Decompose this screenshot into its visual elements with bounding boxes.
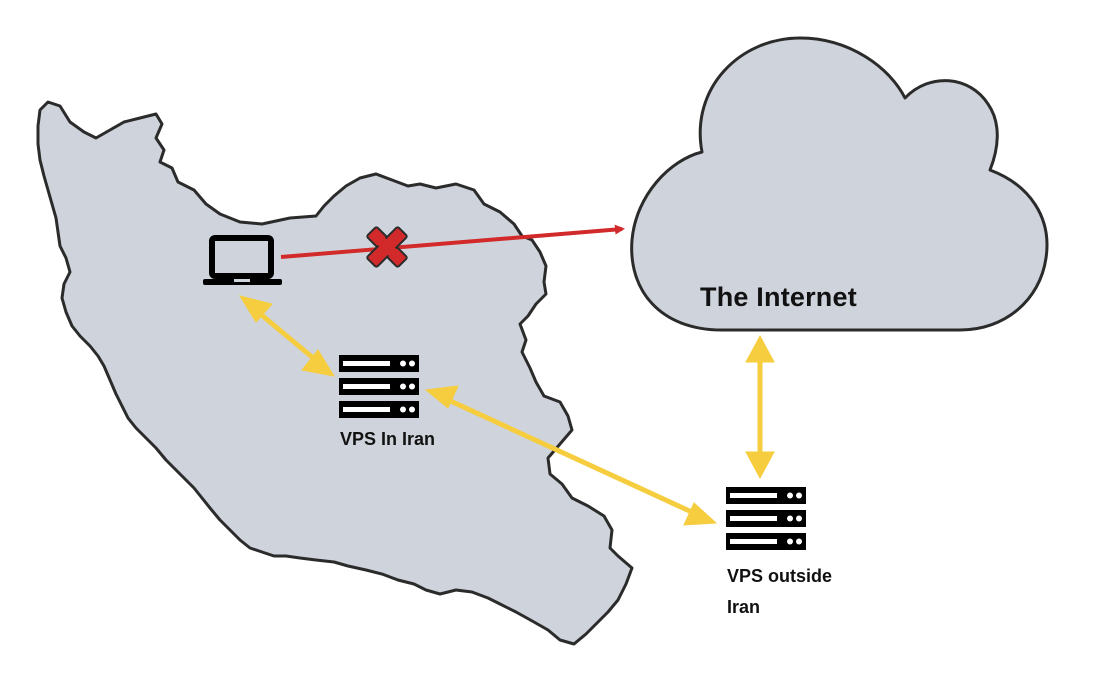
- server-icon-vps-in-iran: [339, 355, 419, 418]
- arrowhead-vps-out-side: [683, 502, 718, 526]
- vps-outside-label-line1: VPS outside: [727, 566, 833, 586]
- vps-in-iran-label: VPS In Iran: [340, 429, 436, 449]
- iran-map-shape: [36, 100, 634, 646]
- server-icon-vps-outside-iran: [726, 487, 806, 550]
- arrowhead-vps-out-end: [745, 451, 775, 480]
- vps-outside-label-line2: Iran: [727, 597, 761, 617]
- diagram-stage: [0, 0, 1107, 688]
- arrowhead-internet-end: [745, 334, 775, 363]
- vps-outside-iran-label: VPS outside Iran: [727, 561, 832, 623]
- internet-label: The Internet: [700, 282, 857, 312]
